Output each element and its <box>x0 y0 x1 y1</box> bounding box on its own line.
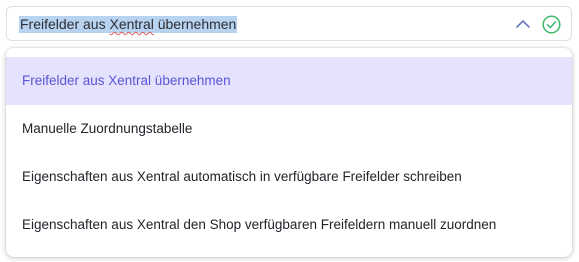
select-value[interactable]: Freifelder aus Xentral übernehmen <box>19 16 238 33</box>
freifelder-select[interactable]: Freifelder aus Xentral übernehmen <box>6 6 572 41</box>
option-manuelle-zuordnungstabelle[interactable]: Manuelle Zuordnungstabelle <box>6 105 572 153</box>
options-dropdown: Freifelder aus Xentral übernehmen Manuel… <box>6 48 572 257</box>
chevron-up-icon[interactable] <box>515 17 531 31</box>
option-eigenschaften-automatisch[interactable]: Eigenschaften aus Xentral automatisch in… <box>6 153 572 201</box>
option-eigenschaften-manuell-zuordnen[interactable]: Eigenschaften aus Xentral den Shop verfü… <box>6 201 572 249</box>
select-value-misspelled-word: Xentral <box>109 16 154 32</box>
check-circle-icon <box>542 15 561 34</box>
option-freifelder-uebernehmen[interactable]: Freifelder aus Xentral übernehmen <box>6 57 572 105</box>
select-value-end: übernehmen <box>153 16 237 32</box>
select-value-start: Freifelder aus <box>20 16 110 32</box>
